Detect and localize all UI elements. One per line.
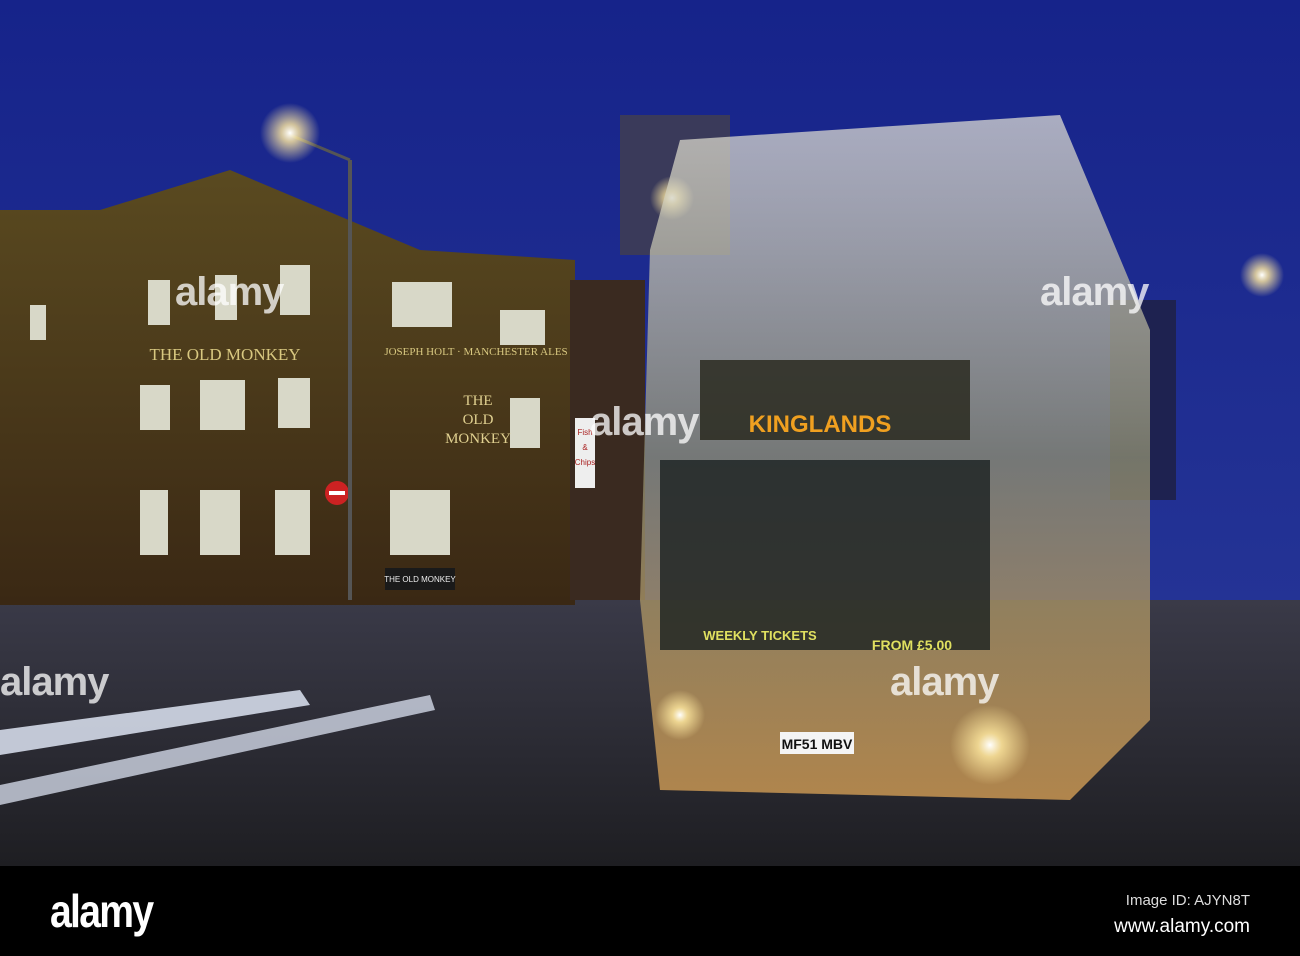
hanging-sign-2: OLD <box>463 412 494 428</box>
bus-ad-right: FROM £5.00 <box>872 637 952 653</box>
watermark-text: alamy <box>175 270 284 314</box>
hanging-sign-3: MONKEY <box>445 431 511 447</box>
image-id: Image ID: AJYN8T <box>1125 892 1250 909</box>
shop-sign-3: Chips <box>575 458 595 467</box>
stock-photo: THE OLD MONKEY JOSEPH HOLT · MANCHESTER … <box>0 0 1300 956</box>
shop-sign-2: & <box>582 443 588 452</box>
footer-bar: alamy Image ID: AJYN8T www.alamy.com <box>0 866 1300 956</box>
number-plate-text: MF51 MBV <box>782 736 853 752</box>
alamy-logo: alamy <box>50 885 154 937</box>
bus-ad-left: WEEKLY TICKETS <box>703 628 817 643</box>
watermark-text: alamy <box>890 660 999 704</box>
pub-sign: THE OLD MONKEY <box>149 345 300 364</box>
watermark-text: alamy <box>590 400 699 444</box>
hanging-sign-1: THE <box>463 393 492 409</box>
watermark-text: alamy <box>0 660 109 704</box>
brewery-sign: JOSEPH HOLT · MANCHESTER ALES <box>384 346 567 358</box>
bus-destination: KINGLANDS <box>749 411 892 438</box>
site-url: www.alamy.com <box>1114 916 1250 937</box>
door-sign: THE OLD MONKEY <box>384 575 456 584</box>
watermark-text: alamy <box>1040 270 1149 314</box>
